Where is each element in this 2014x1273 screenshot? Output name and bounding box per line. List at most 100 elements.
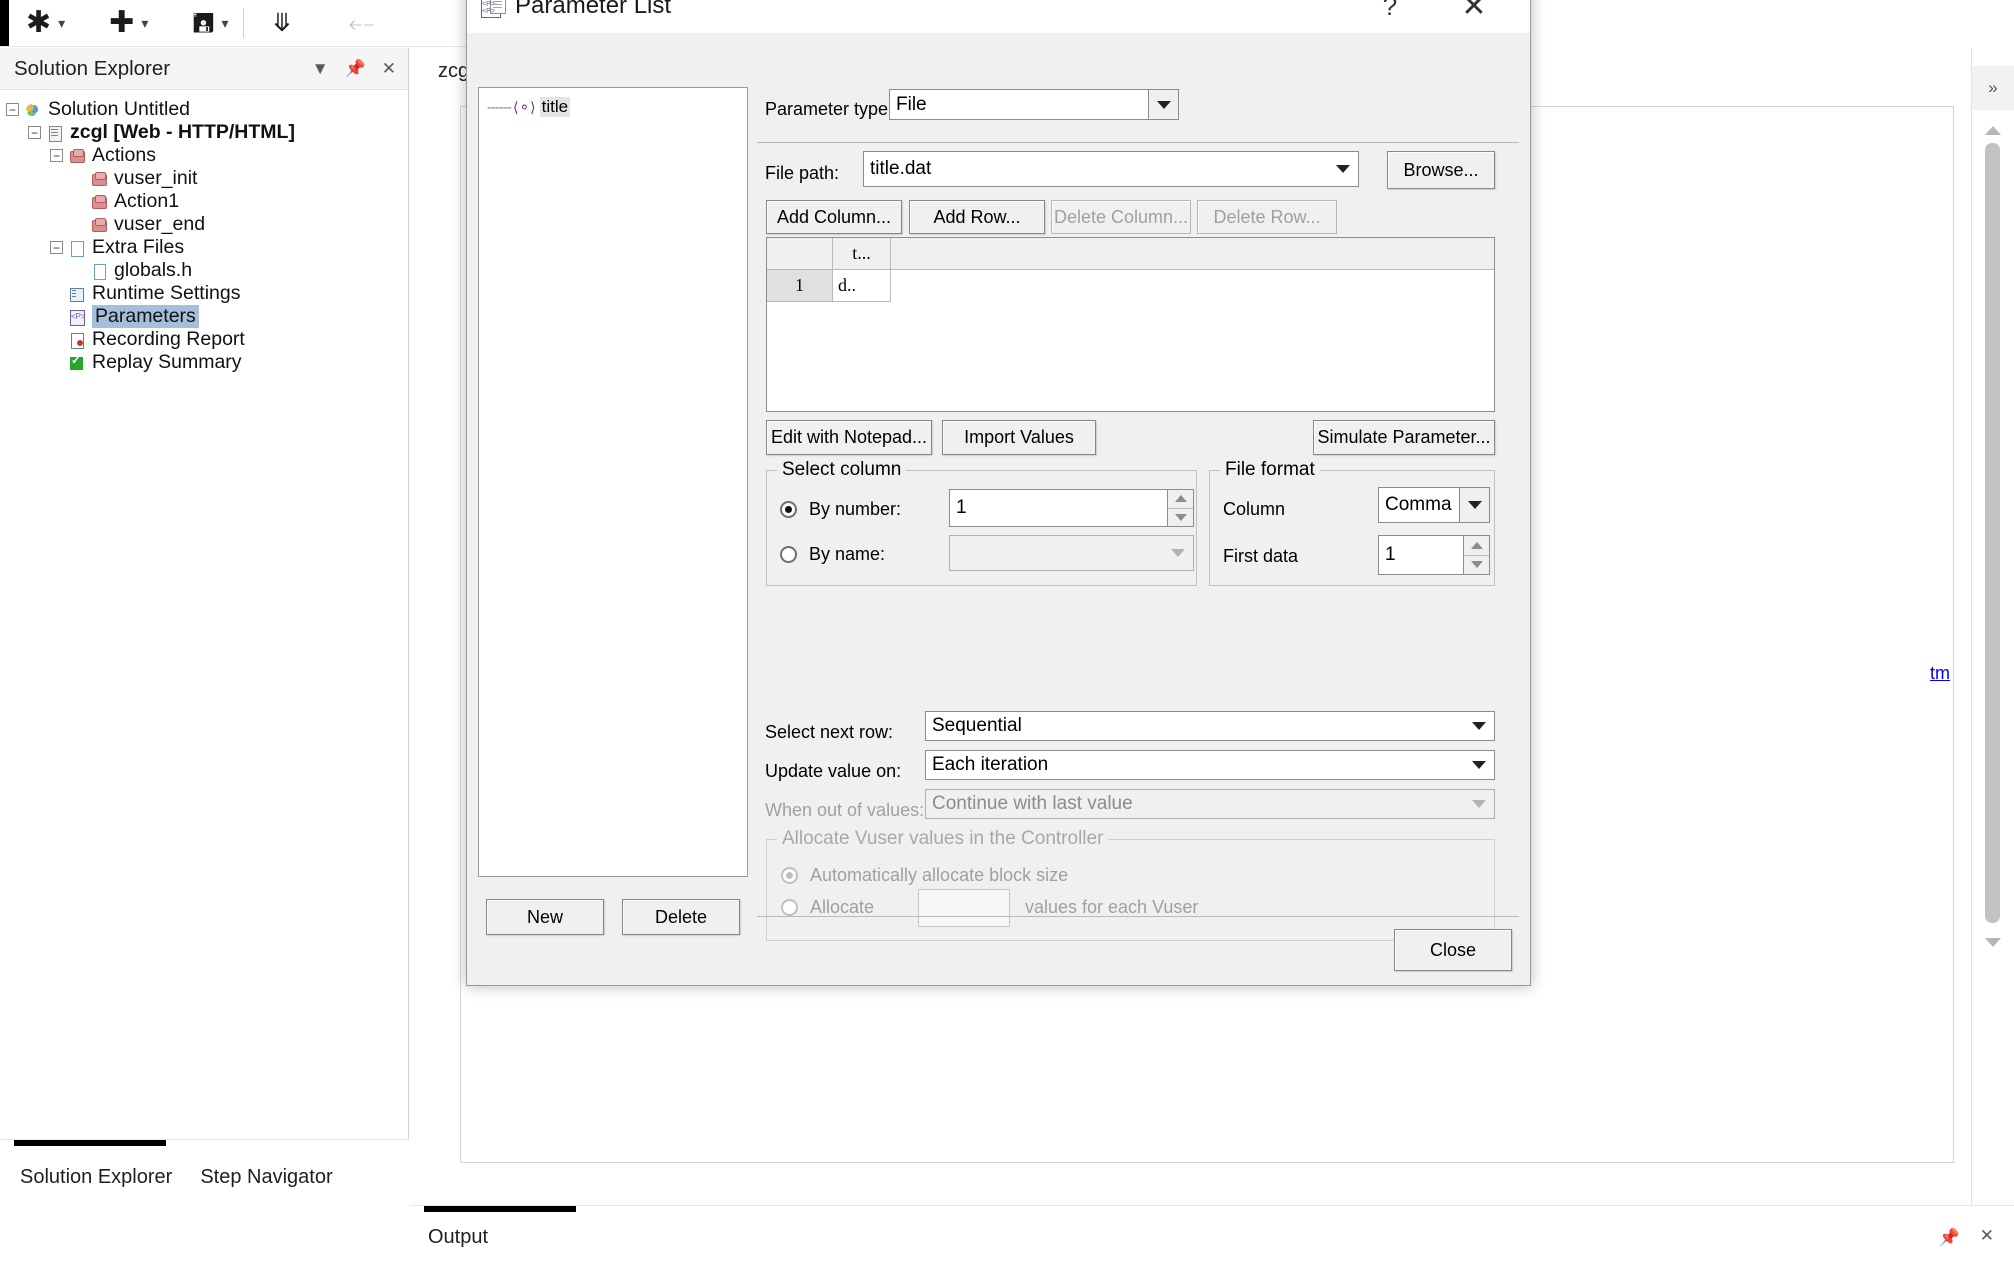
allocate-suffix-label: values for each Vuser [1025, 897, 1199, 917]
sidebar-item-extra-files[interactable]: − Extra Files [6, 236, 408, 259]
script-icon [46, 125, 64, 142]
section-divider [757, 142, 1519, 143]
grid-row[interactable]: 1 d.. [767, 270, 1494, 302]
sidebar-item-globals-h[interactable]: globals.h [6, 259, 408, 282]
sidebar-item-action1[interactable]: Action1 [6, 190, 408, 213]
output-panel-bar: Output 📌 ✕ [410, 1205, 2014, 1273]
help-button[interactable]: ? [1362, 0, 1418, 33]
by-number-radio-row[interactable]: By number: [780, 499, 901, 520]
sidebar-item-label: Recording Report [92, 328, 245, 350]
grid-row-filler [891, 270, 1494, 302]
update-value-on-select[interactable]: Each iteration [925, 750, 1495, 780]
toolbar-add-button[interactable]: ✚ ▾ [109, 3, 148, 43]
edit-with-notepad-button[interactable]: Edit with Notepad... [766, 420, 932, 455]
parameter-type-value: File [896, 93, 927, 115]
parameter-list-dialog: Parameter List ? ✕ ------ ⟨⚬⟩ title New … [466, 0, 1531, 986]
screen: ✱ ▾ ✚ ▾ 🖪 ▾ ⤋ ⤌ Solution Explorer ▼ 📌 ✕ [0, 0, 2014, 1273]
sidebar-item-runtime-settings[interactable]: Runtime Settings [6, 282, 408, 305]
sidebar-item-solution-untitled[interactable]: − Solution Untitled [6, 98, 408, 121]
chevron-down-icon[interactable] [1464, 712, 1494, 740]
grid-column-header[interactable]: t... [833, 238, 891, 269]
scroll-up-arrow[interactable] [1985, 126, 2001, 135]
browse-button[interactable]: Browse... [1387, 151, 1495, 189]
column-format-select[interactable]: Comma [1378, 487, 1490, 523]
delete-button[interactable]: Delete [622, 899, 740, 935]
by-number-input[interactable]: 1 [949, 489, 1194, 527]
toolbar-save-button[interactable]: 🖪 ▾ [192, 3, 228, 43]
sidebar-item-label: Runtime Settings [92, 282, 241, 304]
add-column-button[interactable]: Add Column... [766, 200, 902, 234]
expander-icon[interactable]: − [50, 149, 63, 162]
select-next-row-label: Select next row: [765, 722, 894, 742]
allocate-label: Allocate [810, 897, 875, 917]
file-path-input[interactable]: title.dat [863, 151, 1359, 187]
sidebar-item-parameters[interactable]: Parameters [6, 305, 408, 328]
sidebar-item-label: vuser_end [114, 213, 206, 235]
chevron-down-icon[interactable] [1328, 152, 1358, 186]
scroll-down-arrow[interactable] [1985, 938, 2001, 947]
grid-header-row: t... [767, 238, 1494, 270]
chevron-down-icon[interactable]: ▾ [58, 15, 65, 32]
close-dialog-button[interactable]: Close [1394, 929, 1512, 971]
expander-icon[interactable]: − [28, 126, 41, 139]
sidebar-item-vuser-end[interactable]: vuser_end [6, 213, 408, 236]
parameter-type-select[interactable]: File [889, 89, 1179, 120]
close-button[interactable]: ✕ [1446, 0, 1502, 33]
parameter-tree[interactable]: ------ ⟨⚬⟩ title [478, 87, 748, 877]
expander-icon[interactable]: − [6, 103, 19, 116]
by-number-radio[interactable] [780, 501, 797, 518]
chevron-down-icon[interactable]: ▾ [221, 15, 228, 32]
first-data-input[interactable]: 1 [1378, 535, 1490, 575]
close-icon[interactable]: ✕ [382, 59, 396, 79]
chevron-down-icon[interactable]: ▾ [141, 15, 148, 32]
add-row-button[interactable]: Add Row... [909, 200, 1045, 234]
expander-icon[interactable]: − [50, 241, 63, 254]
parameter-data-grid[interactable]: t... 1 d.. [766, 237, 1495, 412]
right-dock-strip: » [1971, 48, 2014, 1206]
pin-icon[interactable]: 📌 [1939, 1228, 1960, 1248]
chevron-down-icon[interactable] [1148, 90, 1178, 119]
tab-output[interactable]: Output [428, 1226, 488, 1249]
delete-column-button: Delete Column... [1051, 200, 1191, 234]
first-data-label: First data [1223, 546, 1299, 566]
sidebar-item-label: Actions [92, 144, 156, 166]
simulate-parameter-button[interactable]: Simulate Parameter... [1313, 420, 1495, 455]
import-values-button[interactable]: Import Values [942, 420, 1096, 455]
sidebar-item-recording-report[interactable]: Recording Report [6, 328, 408, 351]
chevron-down-icon[interactable] [1459, 488, 1489, 522]
file-path-value: title.dat [870, 158, 932, 179]
chevrons-down-icon[interactable]: » [1972, 66, 2014, 110]
by-name-radio-row[interactable]: By name: [780, 544, 885, 565]
update-value-on-label: Update value on: [765, 761, 902, 781]
plus-icon: ✚ [109, 6, 135, 39]
pin-icon[interactable]: 📌 [345, 59, 366, 79]
parameter-tree-item[interactable]: ------ ⟨⚬⟩ title [479, 96, 747, 118]
editor-link[interactable]: tm [1930, 663, 1950, 684]
sidebar-item-vuser-init[interactable]: vuser_init [6, 167, 408, 190]
sidebar-item-replay-summary[interactable]: Replay Summary [6, 351, 408, 374]
toolbar-snapshot-button[interactable]: ✱ ▾ [26, 3, 65, 43]
grid-cell[interactable]: d.. [833, 270, 891, 302]
first-data-stepper[interactable] [1463, 536, 1489, 574]
sidebar-item-zcgl-web-http-html[interactable]: − zcgl [Web - HTTP/HTML] [6, 121, 408, 144]
parameter-icon: ⟨⚬⟩ [512, 98, 536, 115]
sidebar-item-actions[interactable]: − Actions [6, 144, 408, 167]
by-number-stepper[interactable] [1167, 490, 1193, 526]
toolbar-separator [242, 8, 244, 38]
select-next-row-select[interactable]: Sequential [925, 711, 1495, 741]
tab-step-navigator[interactable]: Step Navigator [200, 1166, 332, 1189]
new-button[interactable]: New [486, 899, 604, 935]
window-edge [0, 0, 9, 46]
vertical-scrollbar-thumb[interactable] [1985, 143, 2000, 923]
when-out-of-values-value: Continue with last value [932, 793, 1133, 814]
by-name-radio[interactable] [780, 546, 797, 563]
chevron-down-icon[interactable] [1464, 751, 1494, 779]
grid-row-number[interactable]: 1 [767, 270, 833, 302]
tab-solution-explorer[interactable]: Solution Explorer [20, 1166, 172, 1189]
chevron-down-icon[interactable]: ▼ [312, 59, 329, 79]
auto-allocate-radio [781, 867, 798, 884]
toolbar-undo-button[interactable]: ⤋ [272, 3, 293, 43]
allocate-value-input [918, 889, 1010, 927]
close-icon[interactable]: ✕ [1980, 1226, 1994, 1246]
editor-tab-zcg[interactable]: zcg [438, 60, 469, 83]
